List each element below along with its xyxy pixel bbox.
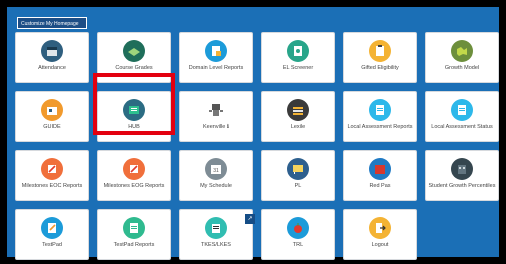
tile-domain-level-reports[interactable]: Domain Level Reports xyxy=(179,32,253,83)
tile-testpad-reports[interactable]: TestPad Reports xyxy=(97,209,171,260)
tile-label: Milestones EOC Reports xyxy=(21,183,83,189)
attendance-icon xyxy=(41,40,63,62)
pencil-icon xyxy=(41,158,63,180)
testpad-icon xyxy=(41,217,63,239)
tile-growth-model[interactable]: Growth Model xyxy=(425,32,499,83)
tile-label: Student Growth Percentiles xyxy=(428,183,496,189)
tile-local-assessment-reports[interactable]: Local Assessment Reports xyxy=(343,91,417,142)
tile-label: TestPad xyxy=(42,242,62,248)
clipboard-icon xyxy=(369,40,391,62)
tile-label: GUIDE xyxy=(43,124,61,130)
logout-icon xyxy=(369,217,391,239)
robot-icon xyxy=(205,99,227,121)
tile-guide[interactable]: GUIDE xyxy=(15,91,89,142)
pencil-icon xyxy=(123,158,145,180)
app-tile-grid: Attendance Course Grades Domain Level Re… xyxy=(15,32,503,260)
tile-milestones-eog-reports[interactable]: Milestones EOG Reports xyxy=(97,150,171,201)
tkes-icon xyxy=(205,217,227,239)
tile-label: PL xyxy=(294,183,302,189)
tile-label: TKES/LKES xyxy=(201,242,231,248)
tile-label: Domain Level Reports xyxy=(188,65,244,71)
tile-label: Course Grades xyxy=(115,65,153,71)
presentation-icon xyxy=(287,158,309,180)
tile-course-grades[interactable]: Course Grades xyxy=(97,32,171,83)
tile-gifted-eligibility[interactable]: Gifted Eligibility xyxy=(343,32,417,83)
tile-label: Attendance xyxy=(38,65,66,71)
tile-label: Keenville ℹ xyxy=(203,124,229,130)
tile-label: EL Screener xyxy=(282,65,314,71)
tile-testpad[interactable]: TestPad xyxy=(15,209,89,260)
tile-label: Local Assessment Reports xyxy=(347,124,413,130)
tile-label: Growth Model xyxy=(444,65,480,71)
tile-my-schedule[interactable]: 31 My Schedule xyxy=(179,150,253,201)
homepage-panel: Customize My Homepage Attendance Course … xyxy=(7,7,499,260)
tile-label: Milestones EOG Reports xyxy=(103,183,165,189)
red-folder-icon xyxy=(369,158,391,180)
info-icon[interactable]: ℹ xyxy=(227,124,229,130)
map-icon xyxy=(451,40,473,62)
tile-label: Gifted Eligibility xyxy=(361,65,399,71)
tile-student-growth-percentiles[interactable]: Student Growth Percentiles xyxy=(425,150,499,201)
tile-local-assessment-status[interactable]: Local Assessment Status xyxy=(425,91,499,142)
tile-label: TRL xyxy=(292,242,304,248)
building-icon xyxy=(451,158,473,180)
calendar-day: 31 xyxy=(213,168,219,174)
tile-lexile[interactable]: Lexile xyxy=(261,91,335,142)
external-link-icon[interactable]: ↗ xyxy=(245,214,255,224)
customize-homepage-button[interactable]: Customize My Homepage xyxy=(17,17,87,29)
book-icon xyxy=(123,40,145,62)
tile-label: Logout xyxy=(371,242,389,248)
document-icon xyxy=(451,99,473,121)
document-icon xyxy=(123,217,145,239)
tile-label: HUB xyxy=(128,124,140,130)
tile-logout[interactable]: Logout xyxy=(343,209,417,260)
tile-attendance[interactable]: Attendance xyxy=(15,32,89,83)
tile-label: Lexile xyxy=(290,124,306,130)
tile-keenville[interactable]: Keenville ℹ xyxy=(179,91,253,142)
guide-icon xyxy=(41,99,63,121)
hub-icon xyxy=(123,99,145,121)
tile-milestones-eoc-reports[interactable]: Milestones EOC Reports xyxy=(15,150,89,201)
tile-pl[interactable]: PL xyxy=(261,150,335,201)
tile-label: Red Pas xyxy=(369,183,391,189)
calendar-icon: 31 xyxy=(205,158,227,180)
tile-hub[interactable]: HUB xyxy=(97,91,171,142)
report-icon xyxy=(205,40,227,62)
books-icon xyxy=(287,99,309,121)
document-icon xyxy=(369,99,391,121)
tile-label: My Schedule xyxy=(200,183,232,189)
apple-icon xyxy=(287,217,309,239)
tile-tkes-lkes[interactable]: ↗ TKES/LKES xyxy=(179,209,255,260)
tile-label: Local Assessment Status xyxy=(431,124,493,130)
tile-el-screener[interactable]: EL Screener xyxy=(261,32,335,83)
tile-trl[interactable]: TRL xyxy=(261,209,335,260)
tile-red-pas[interactable]: Red Pas xyxy=(343,150,417,201)
screener-icon xyxy=(287,40,309,62)
tile-label: TestPad Reports xyxy=(113,242,155,248)
